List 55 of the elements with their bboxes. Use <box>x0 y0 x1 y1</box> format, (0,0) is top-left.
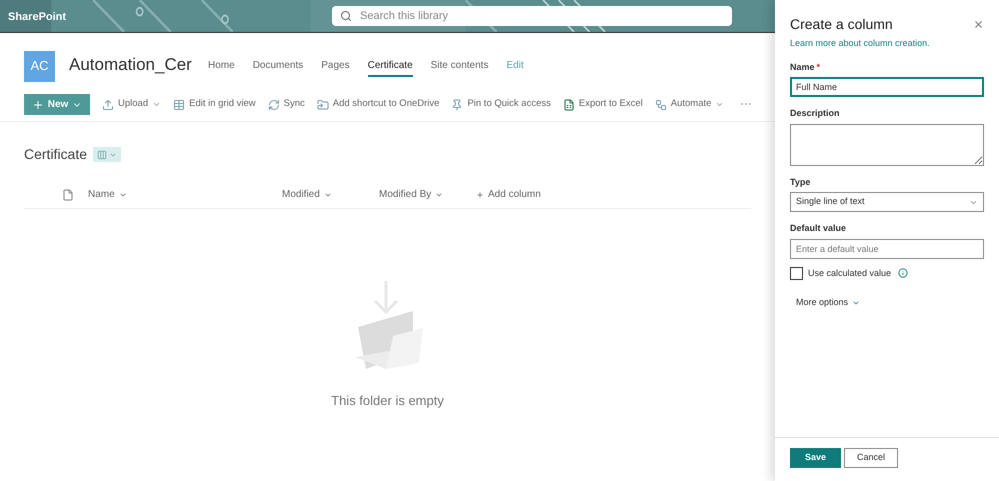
nav-link[interactable]: Pages <box>321 58 350 76</box>
toolbar-button[interactable]: Export to Excel <box>562 97 643 112</box>
cancel-button[interactable]: Cancel <box>844 448 898 468</box>
default-value-field[interactable]: Enter a default value <box>790 238 984 258</box>
field-label: Name <box>790 60 815 74</box>
add-column-button[interactable]: Add column <box>476 187 541 202</box>
info-icon <box>898 268 908 278</box>
site-logo: AC <box>24 50 55 82</box>
learn-more-link[interactable]: Learn more about column creation. <box>790 37 984 50</box>
plus-icon <box>476 190 484 198</box>
toolbar-button[interactable]: Sync <box>268 97 305 112</box>
new-button[interactable]: New <box>24 94 90 115</box>
nav-link[interactable]: Documents <box>252 58 304 76</box>
field-label: Type <box>790 176 812 189</box>
toolbar-button[interactable]: Pin to Quick access <box>451 97 551 112</box>
spreadsheet-icon <box>562 98 575 110</box>
field-label: Default value <box>790 222 848 235</box>
upload-icon <box>102 98 114 110</box>
nav-link[interactable]: Home <box>208 58 235 76</box>
panel-title: Create a column <box>790 15 893 34</box>
more-button[interactable]: ··· <box>740 96 752 113</box>
folder-icon <box>316 98 329 110</box>
close-button[interactable] <box>973 19 984 30</box>
field-label: Description <box>790 107 841 120</box>
toolbar-button[interactable]: Automate <box>654 97 724 112</box>
nav-link[interactable]: Site contents <box>430 58 488 76</box>
search-icon <box>340 10 352 22</box>
search-field[interactable]: Search this library <box>332 6 732 26</box>
toolbar-button[interactable]: Add shortcut to OneDrive <box>316 97 440 112</box>
grid-icon <box>173 98 186 110</box>
checkbox-label: Use calculated value <box>808 266 892 280</box>
toolbar-button[interactable]: Upload <box>102 97 162 112</box>
column-header[interactable]: Modified By <box>379 187 476 202</box>
toolbar-button[interactable]: Edit in grid view <box>173 97 256 112</box>
description-field[interactable] <box>790 124 984 166</box>
checkbox[interactable] <box>790 266 803 280</box>
nav-link[interactable]: Certificate <box>368 58 413 76</box>
app-name[interactable]: SharePoint <box>8 11 66 23</box>
close-icon <box>973 19 984 30</box>
column-header[interactable]: Name <box>88 187 282 202</box>
plus-icon <box>32 98 44 110</box>
file-type-icon <box>62 188 74 200</box>
save-button[interactable]: Save <box>790 448 841 468</box>
name-field[interactable]: Full Name <box>790 77 984 97</box>
column-header[interactable]: Modified <box>282 187 379 202</box>
pin-icon <box>451 98 464 110</box>
sync-icon <box>268 98 280 110</box>
type-dropdown[interactable]: Single line of text <box>790 192 984 212</box>
library-title: Certificate <box>24 145 88 164</box>
required-mark: * <box>816 60 820 74</box>
empty-message: This folder is empty <box>331 392 444 410</box>
more-options-button[interactable]: More options <box>796 296 860 310</box>
site-title: Automation_Cer <box>69 55 192 74</box>
flow-icon <box>654 98 667 110</box>
columns-icon <box>97 150 108 160</box>
